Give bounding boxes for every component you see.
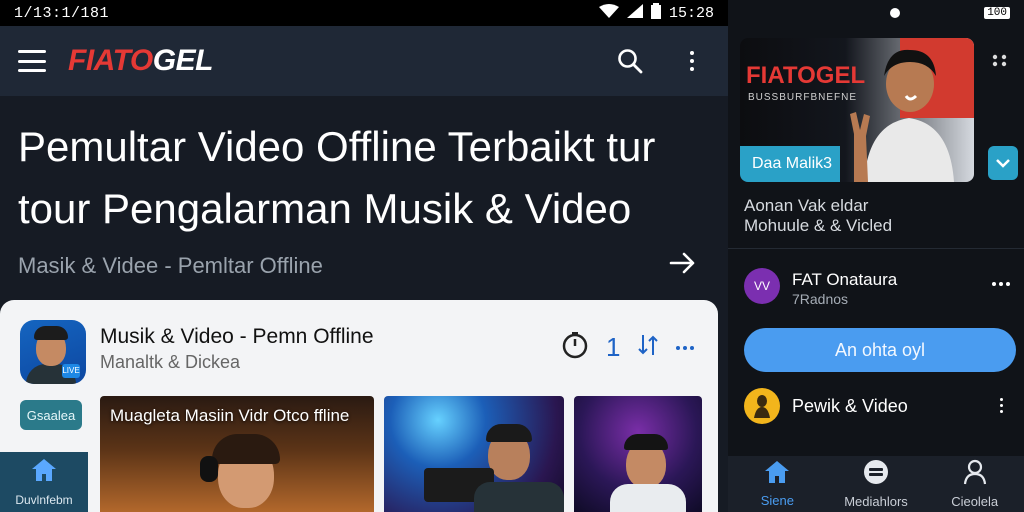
like-count: 1 xyxy=(606,332,621,362)
signal-icon xyxy=(626,4,643,22)
music-person-icon[interactable] xyxy=(744,388,780,424)
status-clock: 15:28 xyxy=(668,4,714,22)
video-info-line-1: Aonan Vak eldar xyxy=(744,196,869,215)
channel-avatar[interactable]: VV xyxy=(744,268,780,304)
bottom-navigation: Siene Mediahlors Cieolela xyxy=(728,456,1024,512)
hero-label-bar: Daa Malik3 xyxy=(740,146,840,182)
channel-more-icon[interactable] xyxy=(992,282,1010,286)
video-thumbnail-2[interactable] xyxy=(384,396,564,512)
nav-home-label: Siene xyxy=(760,493,794,508)
hero-video[interactable]: FIATOGEL BUSSBURFBNEFNE Daa Malik3 xyxy=(740,38,974,182)
nav-media-label: Mediahlors xyxy=(844,494,908,509)
logo-text-gel: GEL xyxy=(152,44,214,77)
page-headline: Pemultar Video Offline Terbaikt tur tour… xyxy=(18,116,708,240)
card-title: Musik & Video - Pemn Offline xyxy=(100,325,374,348)
right-pane: 100 FIATOGEL BUSSBURFBNEFNE Daa Malik3 A… xyxy=(728,0,1024,512)
camera-dot-icon xyxy=(890,8,901,18)
left-pane: 1/13:1/181 15:28 FIATOGEL Pemultar Video… xyxy=(0,0,728,512)
share-arrow-icon[interactable] xyxy=(664,246,702,280)
status-bar: 1/13:1/181 15:28 xyxy=(0,0,728,26)
hero-person-image xyxy=(844,38,974,182)
channel-meta: 7Radnos xyxy=(792,291,849,307)
thumbnail-caption: Muagleta Masiin Vidr Otco ffline xyxy=(110,406,350,425)
chevron-down-icon[interactable] xyxy=(988,146,1018,180)
bottom-nav-home[interactable]: Duvlnfebm xyxy=(0,452,88,512)
sort-icon[interactable] xyxy=(636,333,660,362)
home-icon xyxy=(764,460,790,489)
wifi-icon xyxy=(598,4,619,22)
logo-text-o: O xyxy=(129,44,153,77)
card-subtitle: Manaltk & Dickea xyxy=(100,352,241,372)
creator-avatar[interactable]: LIVE xyxy=(20,320,86,384)
page-subtitle: Masik & Videe - Pemltar Offline xyxy=(18,253,323,278)
nav-profile[interactable]: Cieolela xyxy=(925,456,1024,512)
profile-icon xyxy=(963,459,987,490)
search-icon[interactable] xyxy=(612,43,648,79)
list-item-label[interactable]: Pewik & Video xyxy=(792,396,908,417)
more-horiz-icon[interactable] xyxy=(676,345,695,350)
bottom-nav-home-label: Duvlnfebm xyxy=(15,492,73,507)
list-item-more-icon[interactable] xyxy=(1000,398,1003,413)
media-icon xyxy=(863,459,889,490)
channel-avatar-text: VV xyxy=(753,279,770,293)
video-info-line-2: Mohuule & & Vicled xyxy=(744,216,893,235)
channel-name[interactable]: FAT Onataura xyxy=(792,270,897,290)
avatar-badge: LIVE xyxy=(62,364,80,378)
battery-indicator: 100 xyxy=(984,7,1010,19)
app-bar: FIATOGEL xyxy=(0,26,728,96)
divider xyxy=(728,248,1024,249)
battery-icon xyxy=(650,3,661,23)
video-thumbnail-3[interactable] xyxy=(574,396,702,512)
menu-icon[interactable] xyxy=(18,50,46,72)
card-actions: 1 xyxy=(560,330,695,365)
more-vert-icon[interactable] xyxy=(674,43,710,79)
headline-line-2: tour Pengalarman Musik & Video xyxy=(18,185,632,232)
hero-subtext: BUSSBURFBNEFNE xyxy=(748,92,858,103)
timer-icon[interactable] xyxy=(560,330,590,365)
right-status-bar: 100 xyxy=(728,0,1024,26)
status-time: 1/13:1/181 xyxy=(14,4,110,22)
primary-action-button[interactable]: An ohta oyl xyxy=(744,328,1016,372)
nav-profile-label: Cieolela xyxy=(951,494,999,509)
home-icon xyxy=(31,458,57,487)
logo-text-fiat: FIAT xyxy=(68,44,130,77)
hero-logo: FIATOGEL xyxy=(746,62,866,89)
app-logo[interactable]: FIATOGEL xyxy=(68,44,586,78)
more-options-icon[interactable] xyxy=(990,52,1012,70)
video-thumbnail-1[interactable]: Muagleta Masiin Vidr Otco ffline xyxy=(100,396,374,512)
app-root: 1/13:1/181 15:28 FIATOGEL Pemultar Video… xyxy=(0,0,1024,512)
headline-line-1: Pemultar Video Offline Terbaikt tur xyxy=(18,123,656,170)
nav-home[interactable]: Siene xyxy=(728,456,827,512)
category-chip[interactable]: Gsaalea xyxy=(20,400,82,430)
nav-media[interactable]: Mediahlors xyxy=(827,456,926,512)
